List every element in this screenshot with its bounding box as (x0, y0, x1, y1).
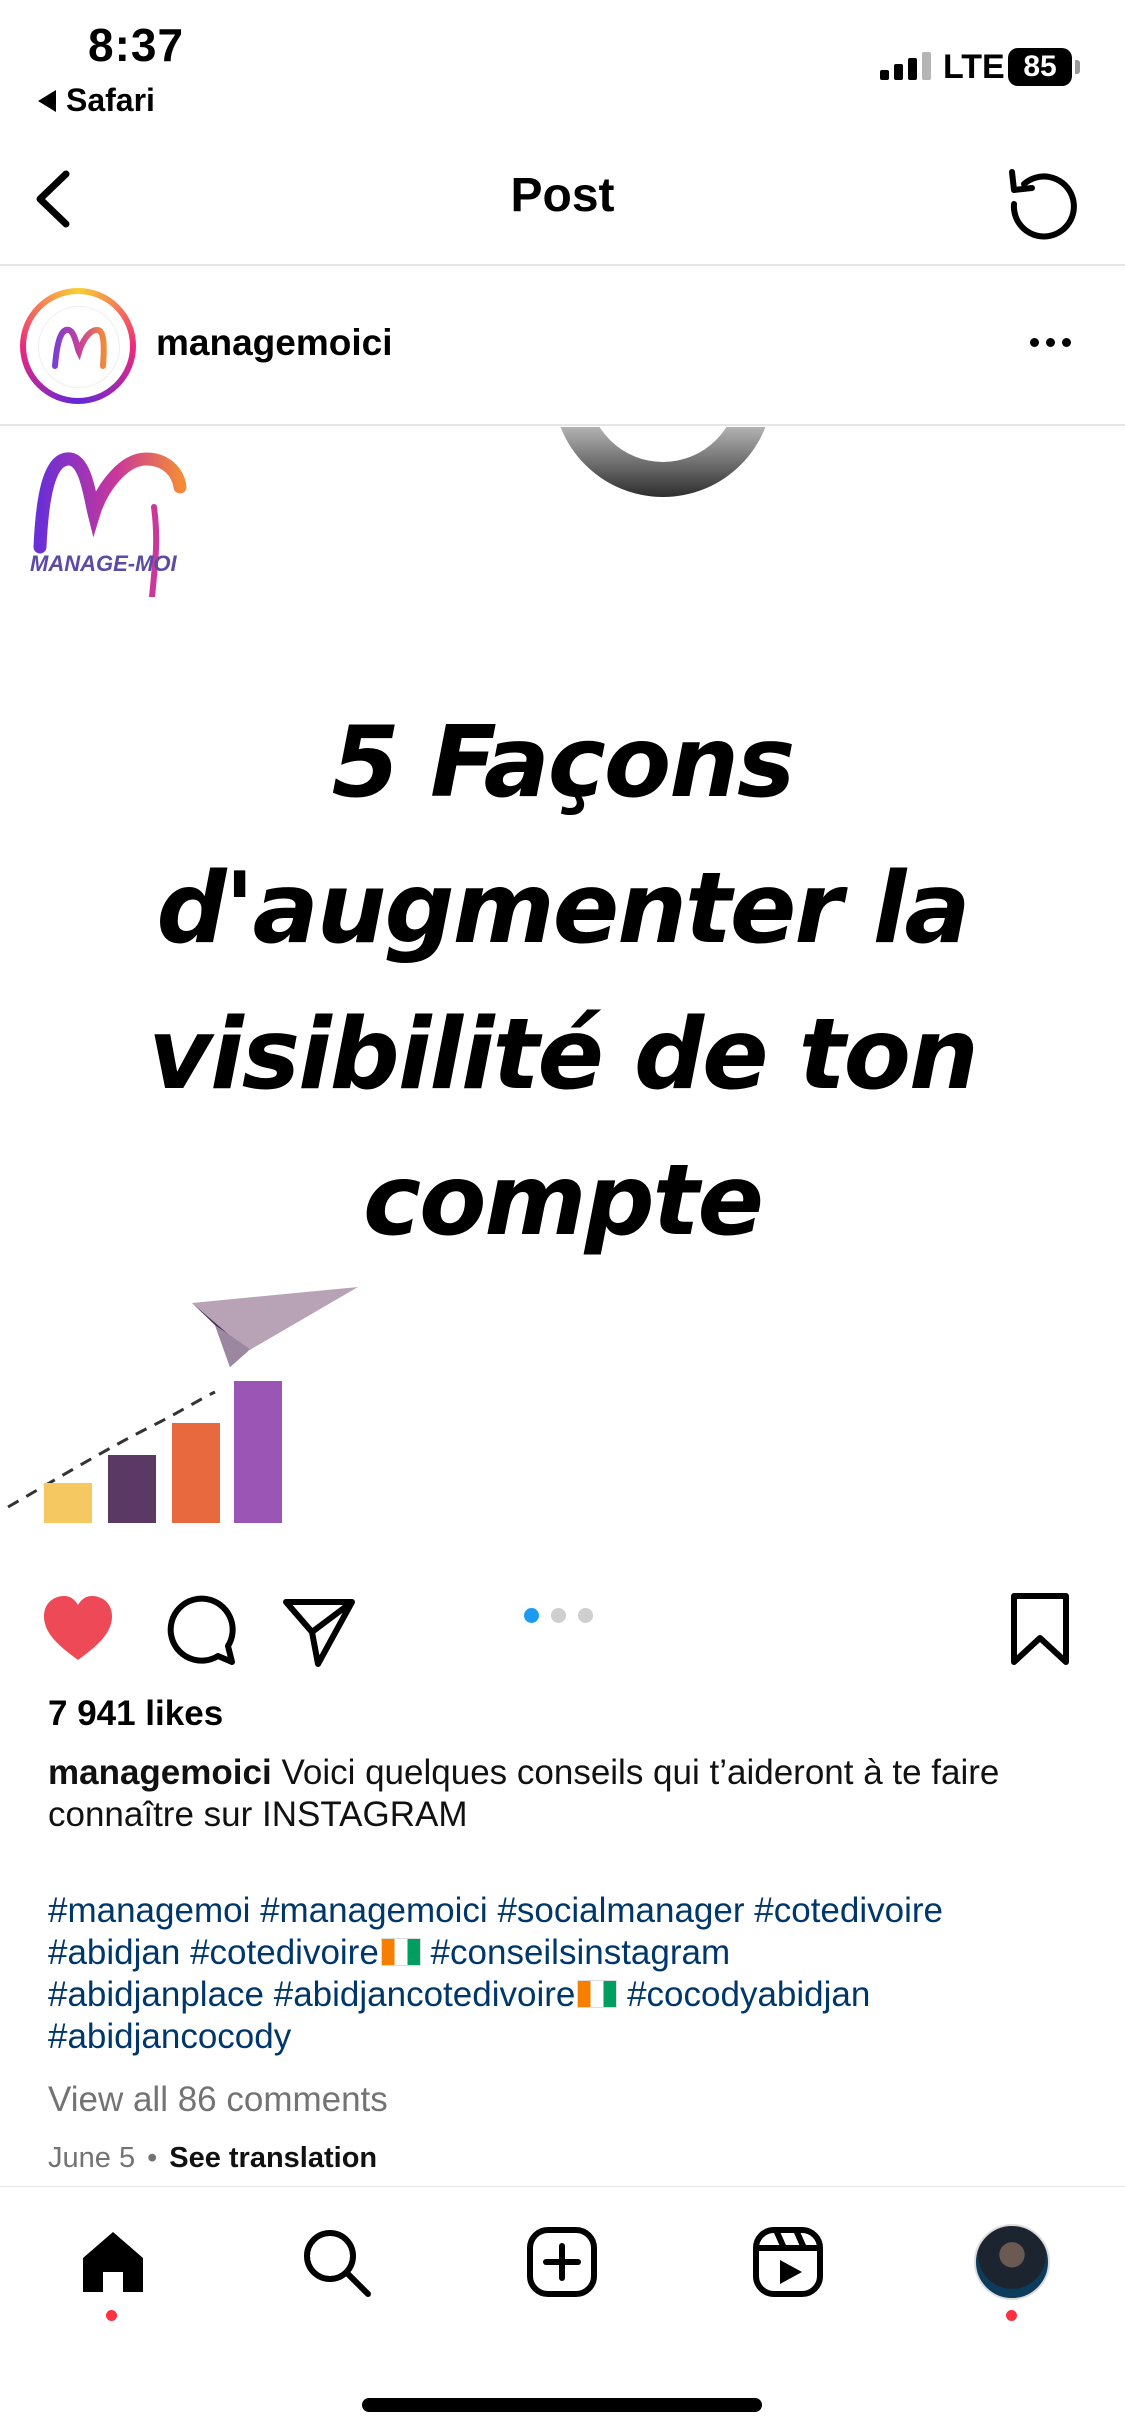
home-indicator[interactable] (362, 2398, 762, 2412)
comment-icon (167, 1595, 236, 1665)
tabbar-divider (0, 2186, 1125, 2187)
hashtag[interactable]: #managemoi (48, 1891, 250, 1930)
hashtag[interactable]: #conseilsinstagram (431, 1933, 731, 1972)
carousel-indicator (524, 1608, 593, 1623)
battery-nub (1075, 60, 1080, 74)
status-time: 8:37 (88, 19, 185, 71)
post-username[interactable]: managemoici (156, 322, 392, 364)
meta-separator: • (147, 2142, 158, 2174)
likes-count[interactable]: 7 941 likes (48, 1694, 223, 1734)
hashtag[interactable]: #abidjanplace (48, 1975, 264, 2014)
post-meta: June 5 • See translation (48, 2142, 377, 2175)
hashtags: #managemoi #managemoici #socialmanager #… (48, 1890, 1088, 2058)
like-button[interactable] (38, 1590, 118, 1670)
see-translation-link[interactable]: See translation (169, 2142, 377, 2175)
home-notification-dot (106, 2310, 117, 2321)
page-title: Post (510, 169, 615, 222)
save-button[interactable] (1000, 1590, 1080, 1670)
profile-avatar (974, 2224, 1050, 2300)
hashtag[interactable]: #abidjancotedivoire (274, 1975, 576, 2014)
back-app-label: Safari (66, 82, 155, 118)
profile-notification-dot (1006, 2310, 1017, 2321)
create-icon (527, 2227, 597, 2297)
bar-1 (44, 1483, 92, 1523)
refresh-button[interactable] (1002, 160, 1082, 240)
ivory-coast-flag-icon (380, 1938, 421, 1966)
cellular-signal-icon (880, 52, 931, 80)
tab-search[interactable] (296, 2222, 376, 2302)
avatar[interactable] (38, 306, 120, 388)
nav-divider (0, 264, 1125, 266)
battery-level: 85 (1023, 50, 1057, 83)
home-icon (83, 2232, 143, 2292)
headline-line: compte (363, 1144, 764, 1258)
caption: managemoici Voici quelques conseils qui … (48, 1752, 1078, 1836)
hashtag[interactable]: #cotedivoire (190, 1933, 379, 1972)
header-divider (0, 424, 1125, 426)
hashtag[interactable]: #abidjan (48, 1933, 180, 1972)
share-button[interactable] (280, 1590, 360, 1670)
carousel-dot-active (524, 1608, 539, 1623)
network-type: LTE (943, 48, 1005, 86)
growth-illustration (7, 1287, 358, 1523)
hashtag[interactable]: #abidjancocody (48, 2017, 291, 2056)
carousel-dot (551, 1608, 566, 1623)
more-horizontal-icon (1030, 338, 1039, 347)
arc-decoration (560, 427, 766, 497)
battery-icon: 85 (1008, 48, 1072, 86)
more-dot (1046, 338, 1055, 347)
brand-text: MANAGE-MOI (30, 551, 177, 576)
tab-profile[interactable] (972, 2222, 1052, 2302)
comment-button[interactable] (160, 1590, 240, 1670)
carousel-dot (578, 1608, 593, 1623)
tab-reels[interactable] (748, 2222, 828, 2302)
headline-line: d'augmenter la (156, 852, 970, 966)
refresh-icon (1009, 169, 1077, 240)
tab-create[interactable] (522, 2222, 602, 2302)
brand-logo-icon (52, 326, 107, 369)
search-icon (304, 2230, 371, 2297)
back-triangle-icon (38, 89, 56, 112)
bar-4 (234, 1381, 282, 1523)
post-headline: 5 Façons d'augmenter la visibilité de to… (0, 690, 1125, 1274)
ivory-coast-flag-icon (577, 1980, 618, 2008)
reels-icon (753, 2227, 823, 2297)
hashtag[interactable]: #socialmanager (497, 1891, 744, 1930)
bar-2 (108, 1455, 156, 1523)
brand-logo: MANAGE-MOI (28, 447, 188, 600)
headline-line: 5 Façons (331, 706, 796, 820)
hashtag[interactable]: #cocodyabidjan (627, 1975, 870, 2014)
back-to-app-button[interactable]: Safari (38, 82, 155, 119)
caption-username[interactable]: managemoici (48, 1753, 272, 1792)
post-date: June 5 (48, 2142, 136, 2174)
heart-filled-icon (44, 1596, 112, 1660)
paper-plane-icon (192, 1287, 358, 1351)
view-comments-link[interactable]: View all 86 comments (48, 2080, 388, 2120)
more-options-button[interactable] (1030, 338, 1071, 347)
bar-3 (172, 1423, 220, 1523)
tab-home[interactable] (73, 2222, 153, 2302)
bookmark-icon (1011, 1593, 1069, 1665)
send-icon (283, 1599, 355, 1667)
more-dot (1062, 338, 1071, 347)
headline-line: visibilité de ton (148, 998, 978, 1112)
hashtag[interactable]: #cotedivoire (754, 1891, 943, 1930)
hashtag[interactable]: #managemoici (260, 1891, 488, 1930)
